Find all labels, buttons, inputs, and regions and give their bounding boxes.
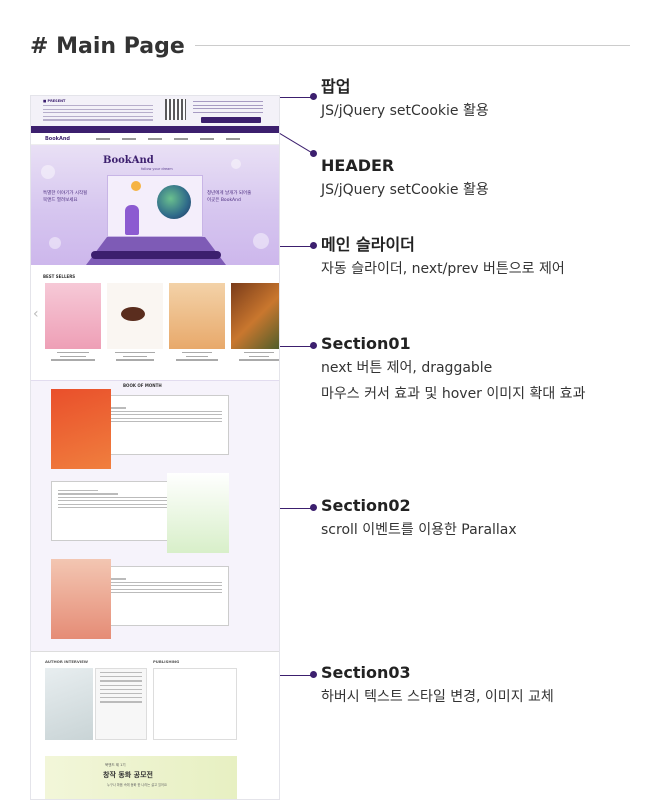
connector-line (279, 133, 315, 155)
interview-quote (95, 668, 147, 740)
connector-line (280, 508, 314, 509)
popup-text-lines (43, 105, 153, 123)
bubble-decoration (231, 159, 241, 169)
publishing-label: PUBLISHING (153, 659, 180, 664)
girl-illustration (125, 205, 139, 235)
header-logo[interactable]: BookAnd (45, 136, 70, 142)
top-bar (31, 126, 279, 133)
connector-line (280, 346, 314, 347)
page-title: # Main Page (30, 34, 185, 59)
sun-icon (131, 181, 141, 191)
hero-left-text: 특별한 이야기가 시작될 북앤드 열려보세요 (43, 191, 88, 203)
banner-subtitle: 누구나 마음 속에 동화 한 나라는 살고 있어요 (107, 783, 167, 787)
title-divider (195, 45, 630, 46)
popup-close-button[interactable] (201, 117, 261, 123)
book-cover[interactable] (45, 283, 101, 349)
header-preview: BookAnd (31, 133, 279, 145)
menu-item[interactable] (96, 138, 110, 140)
popup-preview: ■ PRESENT (31, 96, 279, 126)
bubble-decoration (253, 233, 269, 249)
annotation-section02: Section02 scroll 이벤트를 이용한 Parallax (321, 496, 517, 538)
connector-dot (310, 93, 317, 100)
qr-code-icon (165, 99, 186, 120)
banner-small-text: 북앤드 제 1기 (105, 763, 126, 767)
prev-arrow-icon[interactable]: ‹ (33, 306, 39, 322)
hero-tagline: follow your dream (141, 167, 173, 171)
bubble-decoration (41, 165, 55, 179)
annotation-section03: Section03 하버시 텍스트 스타일 변경, 이미지 교체 (321, 663, 554, 705)
connector-line (280, 97, 314, 98)
section01-preview: BEST SELLERS ‹ (31, 266, 279, 381)
menu-item[interactable] (226, 138, 240, 140)
connector-line (280, 675, 314, 676)
menu-item[interactable] (148, 138, 162, 140)
banner-title: 창작 동화 공모전 (103, 771, 153, 779)
hero-search-bar[interactable] (91, 251, 221, 259)
book-cover[interactable] (51, 559, 111, 639)
author-photo[interactable] (45, 668, 93, 740)
author-interview-label: AUTHOR INTERVIEW (45, 659, 88, 664)
book-cover[interactable] (169, 283, 225, 349)
book-cover[interactable] (167, 473, 229, 553)
best-sellers-label: BEST SELLERS (43, 274, 76, 279)
globe-illustration (157, 185, 191, 219)
popup-logo: ■ PRESENT (43, 99, 66, 103)
connector-line (280, 246, 314, 247)
connector-dot (310, 671, 317, 678)
popup-info-lines (193, 101, 263, 115)
hero-logo: BookAnd (103, 155, 154, 166)
menu-item[interactable] (174, 138, 188, 140)
menu-item[interactable] (122, 138, 136, 140)
book-caption (169, 352, 225, 363)
book-cover[interactable] (231, 283, 279, 349)
annotation-popup: 팝업 JS/jQuery setCookie 활용 (321, 77, 489, 119)
annotation-section01: Section01 next 버튼 제어, draggable 마우스 커서 효… (321, 334, 586, 402)
main-page-preview: ■ PRESENT BookAnd BookAnd follow your dr… (30, 95, 280, 800)
book-caption (107, 352, 163, 363)
menu-item[interactable] (200, 138, 214, 140)
publishing-card[interactable] (153, 668, 237, 740)
contest-banner[interactable]: 북앤드 제 1기 창작 동화 공모전 누구나 마음 속에 동화 한 나라는 살고… (45, 756, 237, 799)
annotation-header: HEADER JS/jQuery setCookie 활용 (321, 156, 489, 198)
annotation-main-slider: 메인 슬라이더 자동 슬라이더, next/prev 버튼으로 제어 (321, 235, 565, 277)
connector-dot (310, 150, 317, 157)
connector-dot (310, 242, 317, 249)
connector-dot (310, 504, 317, 511)
book-caption (231, 352, 279, 363)
section02-preview: BOOK OF MONTH (31, 381, 279, 651)
book-caption (45, 352, 101, 363)
main-slider-preview: BookAnd follow your dream 특별한 이야기가 시작될 북앤… (31, 145, 279, 265)
connector-dot (310, 342, 317, 349)
bubble-decoration (49, 237, 61, 249)
hero-right-text: 청년에게 날개가 되어줄 이곳은 BookAnd (207, 191, 252, 203)
book-cover[interactable] (107, 283, 163, 349)
book-of-month-label: BOOK OF MONTH (123, 383, 162, 388)
section03-preview: AUTHOR INTERVIEW PUBLISHING 북앤드 제 1기 창작 … (31, 651, 279, 799)
book-cover[interactable] (51, 389, 111, 469)
header-menu (96, 138, 240, 140)
